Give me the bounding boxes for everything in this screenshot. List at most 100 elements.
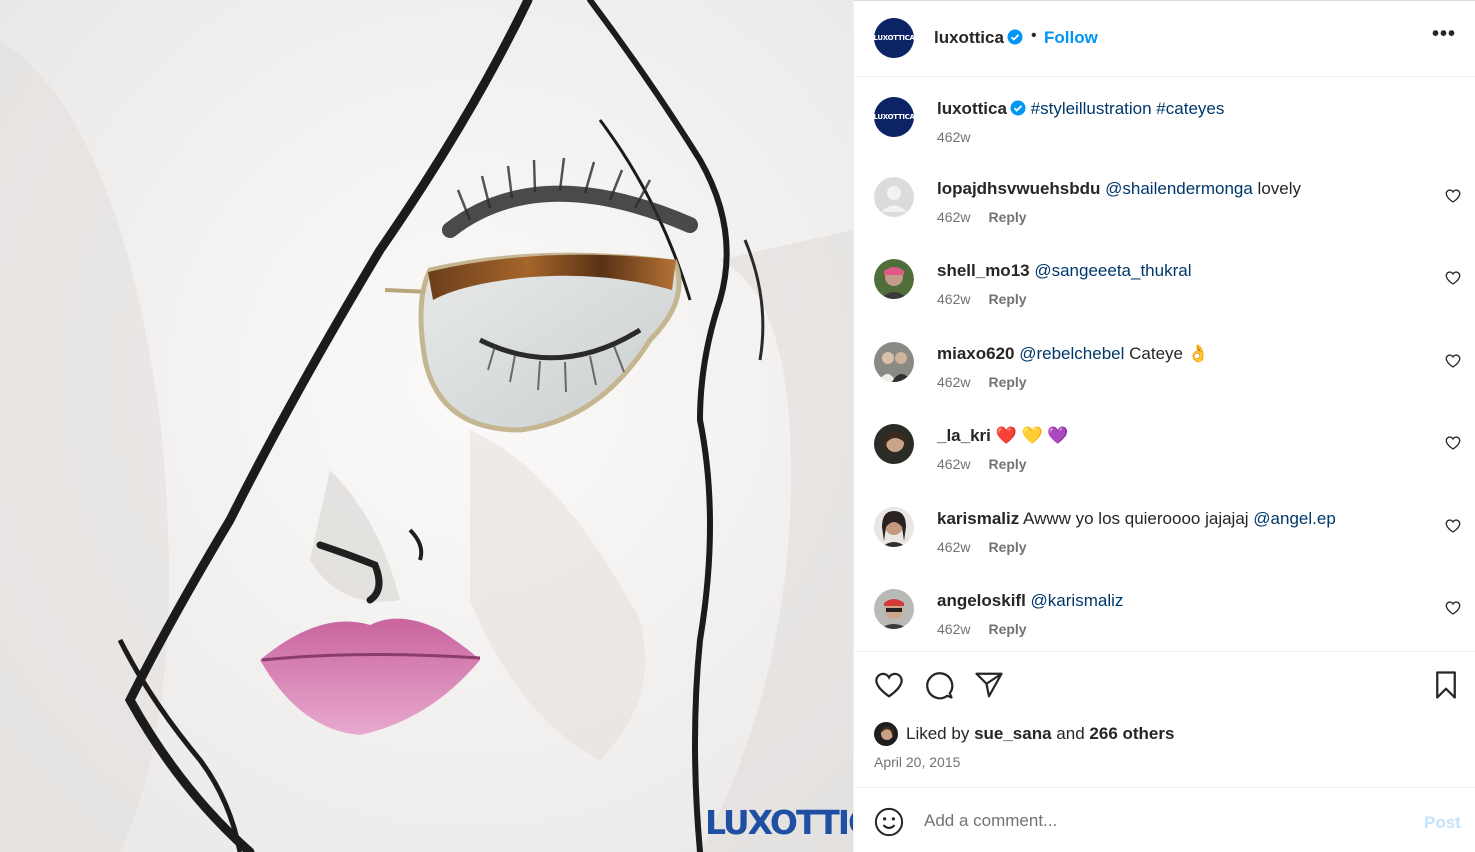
comment-time: 462w (937, 621, 971, 637)
comment-item: angeloskifl @karismaliz 462w Reply (854, 589, 1475, 651)
add-comment-input[interactable] (924, 806, 1384, 836)
comment-username[interactable]: angeloskifl (937, 591, 1026, 610)
user-photo-icon (874, 589, 914, 629)
comment-meta: 462w Reply (937, 209, 1027, 225)
post-comment-button[interactable]: Post (1424, 813, 1461, 833)
user-photo-icon (874, 259, 914, 299)
comment-item: shell_mo13 @sangeeeta_thukral 462w Reply (854, 259, 1475, 341)
emoji-icon[interactable] (874, 807, 904, 837)
brand-watermark: LUXOTTICA (705, 803, 853, 842)
comment-bubble-icon[interactable] (924, 670, 954, 700)
comment-item: lopajdhsvwuehsbdu @shailendermonga lovel… (854, 177, 1475, 259)
comment-body: miaxo620 @rebelchebel Cateye 👌 (937, 343, 1417, 365)
reply-button[interactable]: Reply (988, 374, 1026, 390)
post-header: LUXOTTICA luxottica • Follow ••• (854, 0, 1475, 77)
save-bookmark-icon[interactable] (1431, 670, 1461, 700)
comment-item: karismaliz Awww yo los quieroooo jajajaj… (854, 507, 1475, 589)
default-avatar-icon (874, 177, 914, 217)
comment-item: _la_kri ❤️ 💛 💜 462w Reply (854, 424, 1475, 506)
commenter-avatar[interactable] (874, 177, 914, 217)
reply-button[interactable]: Reply (988, 456, 1026, 472)
liker-avatar[interactable] (874, 722, 898, 746)
comment-body: _la_kri ❤️ 💛 💜 (937, 425, 1417, 447)
liker-username[interactable]: sue_sana (974, 724, 1052, 744)
comment-meta: 462w Reply (937, 291, 1027, 307)
likes-middle: and (1056, 724, 1085, 743)
likes-summary: Liked by sue_sana and 266 others (874, 722, 1174, 746)
verified-badge-icon (1007, 29, 1023, 45)
separator-dot: • (1031, 27, 1037, 44)
comment-meta: 462w Reply (937, 374, 1027, 390)
user-photo-icon (874, 342, 914, 382)
avatar-logo-text: LUXOTTICA (873, 113, 915, 121)
like-comment-heart-icon[interactable] (1445, 435, 1461, 451)
user-photo-icon (874, 722, 898, 746)
caption: LUXOTTICA luxottica #styleillustration #… (854, 97, 1475, 179)
comment-text: Cateye 👌 (1124, 344, 1209, 363)
reply-button[interactable]: Reply (988, 539, 1026, 555)
post-image[interactable]: LUXOTTICA (0, 0, 853, 852)
comment-time: 462w (937, 456, 971, 472)
post-actions: Liked by sue_sana and 266 others April 2… (854, 651, 1475, 787)
author-username[interactable]: luxottica (934, 28, 1023, 48)
caption-username[interactable]: luxottica (937, 99, 1007, 118)
comment-time: 462w (937, 539, 971, 555)
like-comment-heart-icon[interactable] (1445, 188, 1461, 204)
comment-body: shell_mo13 @sangeeeta_thukral (937, 260, 1417, 282)
comment-mention[interactable]: @shailendermonga (1105, 179, 1253, 198)
comment-username[interactable]: lopajdhsvwuehsbdu (937, 179, 1100, 198)
comment-mention[interactable]: @angel.ep (1253, 509, 1336, 528)
comment-mention[interactable]: @rebelchebel (1019, 344, 1124, 363)
likes-others-link[interactable]: 266 others (1089, 724, 1174, 744)
caption-avatar[interactable]: LUXOTTICA (873, 97, 915, 137)
like-comment-heart-icon[interactable] (1445, 270, 1461, 286)
comment-body: angeloskifl @karismaliz (937, 590, 1417, 612)
comment-time: 462w (937, 374, 971, 390)
comment-mention[interactable]: @karismaliz (1031, 591, 1124, 610)
post-detail-panel: LUXOTTICA luxottica • Follow ••• LUXOTTI… (853, 0, 1475, 852)
comment-meta: 462w Reply (937, 621, 1027, 637)
avatar-logo-text: LUXOTTICA (873, 34, 915, 42)
comment-time: 462w (937, 291, 971, 307)
like-comment-heart-icon[interactable] (1445, 518, 1461, 534)
comment-text: ❤️ 💛 💜 (995, 426, 1069, 445)
reply-button[interactable]: Reply (988, 291, 1026, 307)
commenter-avatar[interactable] (874, 507, 914, 547)
author-username-text: luxottica (934, 28, 1004, 47)
commenter-avatar[interactable] (874, 589, 914, 629)
reply-button[interactable]: Reply (988, 209, 1026, 225)
comment-username[interactable]: miaxo620 (937, 344, 1015, 363)
comment-username[interactable]: shell_mo13 (937, 261, 1030, 280)
like-comment-heart-icon[interactable] (1445, 353, 1461, 369)
comment-body: karismaliz Awww yo los quieroooo jajajaj… (937, 508, 1417, 530)
comment-mention[interactable]: @sangeeeta_thukral (1034, 261, 1191, 280)
commenter-avatar[interactable] (874, 259, 914, 299)
caption-body: luxottica #styleillustration #cateyes (937, 98, 1417, 120)
caption-time: 462w (937, 129, 971, 145)
like-comment-heart-icon[interactable] (1445, 600, 1461, 616)
user-photo-icon (874, 424, 914, 464)
comment-time: 462w (937, 209, 971, 225)
comment-meta: 462w Reply (937, 539, 1027, 555)
comment-item: miaxo620 @rebelchebel Cateye 👌 462w Reply (854, 342, 1475, 424)
like-heart-icon[interactable] (874, 670, 904, 700)
comments-list[interactable]: LUXOTTICA luxottica #styleillustration #… (854, 77, 1475, 651)
commenter-avatar[interactable] (874, 342, 914, 382)
comment-username[interactable]: _la_kri (937, 426, 991, 445)
comment-text: lovely (1252, 179, 1302, 198)
comment-username[interactable]: karismaliz (937, 509, 1019, 528)
author-avatar[interactable]: LUXOTTICA (873, 18, 915, 58)
user-photo-icon (874, 507, 914, 547)
more-options-icon[interactable]: ••• (1432, 23, 1456, 46)
follow-button[interactable]: Follow (1044, 28, 1098, 48)
reply-button[interactable]: Reply (988, 621, 1026, 637)
post-date[interactable]: April 20, 2015 (874, 754, 960, 770)
comment-composer: Post (854, 787, 1475, 852)
comment-meta: 462w Reply (937, 456, 1027, 472)
share-send-icon[interactable] (974, 670, 1004, 700)
caption-hashtags[interactable]: #styleillustration #cateyes (1031, 99, 1225, 118)
likes-prefix: Liked by (906, 724, 970, 743)
comment-text: Awww yo los quieroooo jajajaj (1023, 509, 1254, 528)
watercolor-illustration (0, 0, 853, 852)
commenter-avatar[interactable] (874, 424, 914, 464)
